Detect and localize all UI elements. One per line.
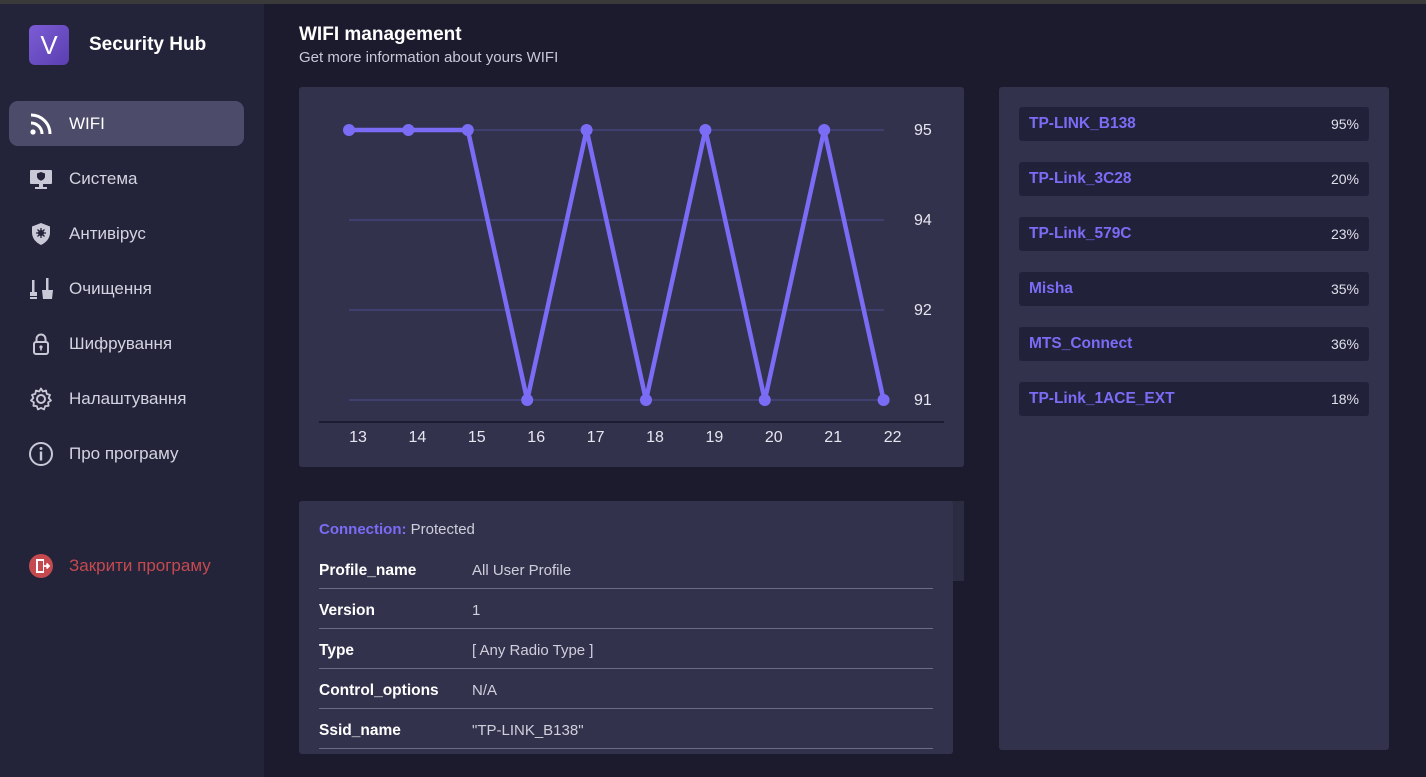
data-point bbox=[461, 124, 474, 136]
page-subtitle: Get more information about yours WIFI bbox=[299, 49, 559, 66]
network-signal: 36% bbox=[1330, 336, 1359, 352]
network-item[interactable]: TP-Link_3C28 20% bbox=[1019, 162, 1369, 196]
data-point bbox=[402, 124, 415, 136]
data-point bbox=[343, 124, 355, 136]
page-title: WIFI management bbox=[299, 24, 462, 45]
networks-panel: TP-LINK_B138 95% TP-Link_3C28 20% TP-Lin… bbox=[999, 87, 1389, 750]
x-tick-label: 19 bbox=[706, 429, 724, 446]
network-name: TP-Link_1ACE_EXT bbox=[1029, 390, 1175, 407]
info-key: Type bbox=[319, 641, 355, 659]
network-name: MTS_Connect bbox=[1029, 335, 1133, 352]
data-point bbox=[758, 394, 771, 406]
app-logo: V bbox=[29, 25, 69, 65]
info-key: Ssid_name bbox=[319, 721, 401, 739]
x-tick-label: 14 bbox=[409, 429, 427, 446]
x-tick-label: 17 bbox=[587, 429, 605, 446]
x-tick-label: 20 bbox=[765, 429, 783, 446]
connection-status: Connection: Protected bbox=[319, 521, 475, 538]
info-key: Version bbox=[319, 601, 375, 619]
sidebar-item-wifi[interactable]: WIFI bbox=[9, 101, 244, 146]
sidebar-item-label: Налаштування bbox=[69, 388, 187, 408]
wifi-icon bbox=[28, 111, 54, 137]
sidebar-item-label: WIFI bbox=[69, 113, 105, 133]
sidebar-item-settings[interactable]: Налаштування bbox=[9, 376, 244, 421]
sidebar-item-label: Про програму bbox=[69, 443, 179, 463]
network-item[interactable]: TP-Link_579C 23% bbox=[1019, 217, 1369, 251]
network-item[interactable]: TP-Link_1ACE_EXT 18% bbox=[1019, 382, 1369, 416]
sidebar-item-system[interactable]: Система bbox=[9, 156, 244, 201]
monitor-shield-icon bbox=[28, 166, 54, 192]
x-tick-label: 13 bbox=[349, 429, 367, 446]
connection-info-panel: Connection: Protected Profile_name All U… bbox=[299, 501, 953, 754]
y-tick-label: 94 bbox=[914, 212, 932, 229]
lock-icon bbox=[28, 331, 54, 357]
y-tick-label: 92 bbox=[914, 302, 932, 319]
data-point bbox=[699, 124, 712, 136]
info-value: [ Any Radio Type ] bbox=[472, 642, 594, 659]
app-name: Security Hub bbox=[89, 34, 207, 55]
antivirus-shield-icon bbox=[28, 221, 54, 247]
exit-door-icon bbox=[28, 553, 54, 579]
connection-value: Protected bbox=[410, 521, 475, 538]
info-row-type: Type [ Any Radio Type ] bbox=[319, 629, 933, 669]
info-value: 1 bbox=[472, 602, 481, 619]
network-name: TP-Link_579C bbox=[1029, 225, 1132, 242]
network-signal: 18% bbox=[1330, 391, 1359, 407]
info-value: N/A bbox=[472, 682, 498, 699]
data-point bbox=[640, 394, 652, 406]
gear-icon bbox=[28, 386, 54, 412]
info-value: "TP-LINK_B138" bbox=[472, 722, 584, 739]
y-tick-label: 91 bbox=[914, 392, 932, 409]
sidebar: V Security Hub WIFI Система Антивірус Оч… bbox=[0, 4, 264, 777]
network-item[interactable]: Misha 35% bbox=[1019, 272, 1369, 306]
data-point bbox=[818, 124, 831, 136]
connection-label: Connection: bbox=[319, 521, 407, 538]
signal-chart-panel: 95 94 92 91 13 14 15 16 17 18 19 20 21 22 bbox=[299, 87, 964, 467]
network-name: TP-Link_3C28 bbox=[1029, 170, 1132, 187]
sidebar-item-label: Система bbox=[69, 168, 138, 188]
x-tick-label: 22 bbox=[884, 429, 902, 446]
data-point bbox=[580, 124, 593, 136]
network-name: TP-LINK_B138 bbox=[1029, 115, 1136, 132]
sidebar-item-encryption[interactable]: Шифрування bbox=[9, 321, 244, 366]
network-signal: 20% bbox=[1330, 171, 1359, 187]
exit-label: Закрити програму bbox=[69, 555, 211, 575]
x-tick-label: 16 bbox=[527, 429, 545, 446]
signal-chart: 95 94 92 91 13 14 15 16 17 18 19 20 21 22 bbox=[319, 122, 944, 446]
info-row-profile: Profile_name All User Profile bbox=[319, 549, 933, 589]
info-row-ssid: Ssid_name "TP-LINK_B138" bbox=[319, 709, 933, 749]
network-item[interactable]: TP-LINK_B138 95% bbox=[1019, 107, 1369, 141]
sidebar-item-antivirus[interactable]: Антивірус bbox=[9, 211, 244, 256]
sidebar-item-label: Очищення bbox=[69, 278, 152, 298]
info-key: Control_options bbox=[319, 681, 439, 699]
network-name: Misha bbox=[1029, 280, 1073, 297]
info-key: Profile_name bbox=[319, 561, 417, 579]
y-tick-label: 95 bbox=[914, 122, 932, 139]
network-signal: 35% bbox=[1330, 281, 1359, 297]
network-signal: 23% bbox=[1330, 226, 1359, 242]
info-value: All User Profile bbox=[472, 562, 572, 579]
sidebar-item-cleanup[interactable]: Очищення bbox=[9, 266, 244, 311]
series-line bbox=[349, 127, 886, 403]
exit-app-button[interactable]: Закрити програму bbox=[9, 543, 244, 588]
info-row-version: Version 1 bbox=[319, 589, 933, 629]
sidebar-item-label: Шифрування bbox=[69, 333, 173, 353]
x-tick-label: 18 bbox=[646, 429, 664, 446]
x-tick-label: 21 bbox=[824, 429, 842, 446]
network-signal: 95% bbox=[1330, 116, 1359, 132]
brand: V Security Hub bbox=[29, 25, 206, 65]
sidebar-item-about[interactable]: Про програму bbox=[9, 431, 244, 476]
x-tick-label: 15 bbox=[468, 429, 486, 446]
info-row-control: Control_options N/A bbox=[319, 669, 933, 709]
data-point bbox=[877, 394, 890, 406]
broom-icon bbox=[28, 276, 54, 302]
network-item[interactable]: MTS_Connect 36% bbox=[1019, 327, 1369, 361]
sidebar-item-label: Антивірус bbox=[69, 223, 146, 243]
data-point bbox=[521, 394, 534, 406]
info-icon bbox=[28, 441, 54, 467]
